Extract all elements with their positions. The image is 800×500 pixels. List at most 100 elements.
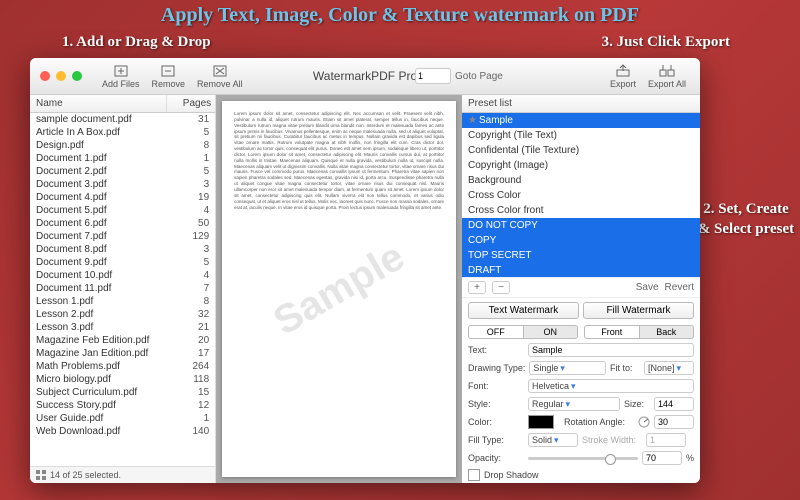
- opacity-pct: %: [686, 453, 694, 463]
- file-row[interactable]: Document 2.pdf5: [30, 165, 215, 178]
- preset-item[interactable]: DRAFT: [462, 263, 700, 277]
- file-row[interactable]: Lesson 3.pdf21: [30, 321, 215, 334]
- export-all-icon: [659, 64, 675, 78]
- font-label: Font:: [468, 381, 524, 391]
- size-input[interactable]: [654, 397, 694, 411]
- file-row[interactable]: User Guide.pdf1: [30, 412, 215, 425]
- seg-off[interactable]: OFF: [468, 325, 524, 339]
- opacity-slider[interactable]: [528, 457, 638, 460]
- seg-on[interactable]: ON: [524, 325, 579, 339]
- file-row[interactable]: Magazine Feb Edition.pdf20: [30, 334, 215, 347]
- file-list-header: Name Pages: [30, 95, 215, 113]
- col-name[interactable]: Name: [30, 95, 167, 112]
- close-icon[interactable]: [40, 71, 50, 81]
- rotation-label: Rotation Angle:: [564, 417, 634, 427]
- add-files-button[interactable]: Add Files: [96, 64, 146, 89]
- grid-icon: [36, 470, 46, 480]
- file-row[interactable]: Document 8.pdf3: [30, 243, 215, 256]
- minus-icon: [160, 64, 176, 78]
- file-row[interactable]: Article In A Box.pdf5: [30, 126, 215, 139]
- fit-to-select[interactable]: [None]: [644, 361, 694, 375]
- preset-list[interactable]: SampleCopyright (Tile Text)Confidental (…: [462, 113, 700, 277]
- drop-shadow-label: Drop Shadow: [484, 470, 539, 480]
- file-row[interactable]: Magazine Jan Edition.pdf17: [30, 347, 215, 360]
- file-row[interactable]: Document 6.pdf50: [30, 217, 215, 230]
- preset-item[interactable]: Cross Color: [462, 188, 700, 203]
- tab-fill-watermark[interactable]: Fill Watermark: [583, 302, 694, 319]
- rotation-input[interactable]: [654, 415, 694, 429]
- app-window: Add Files Remove Remove All WatermarkPDF…: [30, 58, 700, 483]
- traffic-lights: [30, 71, 82, 81]
- remove-button[interactable]: Remove: [146, 64, 192, 89]
- file-row[interactable]: Math Problems.pdf264: [30, 360, 215, 373]
- revert-preset-button[interactable]: Revert: [665, 282, 694, 293]
- file-row[interactable]: Document 9.pdf5: [30, 256, 215, 269]
- fill-type-select[interactable]: Solid: [528, 433, 578, 447]
- font-select[interactable]: Helvetica: [528, 379, 694, 393]
- preset-item[interactable]: DO NOT COPY: [462, 218, 700, 233]
- file-row[interactable]: Success Story.pdf12: [30, 399, 215, 412]
- remove-all-button[interactable]: Remove All: [191, 64, 249, 89]
- file-row[interactable]: Subject Curriculum.pdf15: [30, 386, 215, 399]
- file-row[interactable]: Design.pdf8: [30, 139, 215, 152]
- settings-panel: Preset list SampleCopyright (Tile Text)C…: [462, 95, 700, 483]
- preset-item[interactable]: COPY: [462, 233, 700, 248]
- seg-back[interactable]: Back: [640, 325, 695, 339]
- rotation-dial-icon[interactable]: [638, 416, 650, 428]
- add-preset-button[interactable]: +: [468, 281, 486, 294]
- text-input[interactable]: [528, 343, 694, 357]
- tab-text-watermark[interactable]: Text Watermark: [468, 302, 579, 319]
- style-label: Style:: [468, 399, 524, 409]
- preset-item[interactable]: Copyright (Tile Text): [462, 128, 700, 143]
- status-bar: 14 of 25 selected.: [30, 466, 215, 483]
- preset-item[interactable]: Copyright (Image): [462, 158, 700, 173]
- headline: Apply Text, Image, Color & Texture water…: [0, 0, 800, 29]
- watermark-overlay: Sample: [264, 231, 413, 347]
- zoom-icon[interactable]: [72, 71, 82, 81]
- export-button[interactable]: Export: [604, 64, 642, 89]
- col-pages[interactable]: Pages: [167, 95, 215, 112]
- drawing-type-select[interactable]: Single: [529, 361, 606, 375]
- file-row[interactable]: Document 5.pdf4: [30, 204, 215, 217]
- file-row[interactable]: Document 11.pdf7: [30, 282, 215, 295]
- drop-shadow-checkbox[interactable]: [468, 469, 480, 481]
- file-row[interactable]: sample document.pdf31: [30, 113, 215, 126]
- file-row[interactable]: Micro biology.pdf118: [30, 373, 215, 386]
- export-all-button[interactable]: Export All: [642, 64, 692, 89]
- goto-page-input[interactable]: [415, 68, 451, 84]
- stroke-width-input: [646, 433, 686, 447]
- color-swatch[interactable]: [528, 415, 554, 429]
- color-label: Color:: [468, 417, 524, 427]
- preset-item[interactable]: Background: [462, 173, 700, 188]
- file-row[interactable]: Lesson 2.pdf32: [30, 308, 215, 321]
- goto-page: Goto Page: [415, 68, 503, 84]
- remove-label: Remove: [152, 79, 186, 89]
- titlebar: Add Files Remove Remove All WatermarkPDF…: [30, 58, 700, 95]
- file-row[interactable]: Web Download.pdf140: [30, 425, 215, 438]
- file-row[interactable]: Document 4.pdf19: [30, 191, 215, 204]
- fit-to-label: Fit to:: [610, 363, 640, 373]
- seg-front[interactable]: Front: [584, 325, 640, 339]
- preset-item[interactable]: Sample: [462, 113, 700, 128]
- window-title: WatermarkPDF Pro: [313, 69, 417, 83]
- export-icon: [615, 64, 631, 78]
- file-row[interactable]: Document 10.pdf4: [30, 269, 215, 282]
- file-row[interactable]: Lesson 1.pdf8: [30, 295, 215, 308]
- remove-preset-button[interactable]: −: [492, 281, 510, 294]
- file-row[interactable]: Document 1.pdf1: [30, 152, 215, 165]
- style-select[interactable]: Regular: [528, 397, 620, 411]
- file-list[interactable]: sample document.pdf31Article In A Box.pd…: [30, 113, 215, 466]
- text-label: Text:: [468, 345, 524, 355]
- preset-item[interactable]: Cross Color front: [462, 203, 700, 218]
- preset-item[interactable]: Confidental (Tile Texture): [462, 143, 700, 158]
- file-row[interactable]: Document 7.pdf129: [30, 230, 215, 243]
- file-row[interactable]: Document 3.pdf3: [30, 178, 215, 191]
- preset-item[interactable]: TOP SECRET: [462, 248, 700, 263]
- file-list-panel: Name Pages sample document.pdf31Article …: [30, 95, 216, 483]
- fill-type-label: Fill Type:: [468, 435, 524, 445]
- opacity-input[interactable]: [642, 451, 682, 465]
- minimize-icon[interactable]: [56, 71, 66, 81]
- status-text: 14 of 25 selected.: [50, 470, 121, 480]
- preset-header: Preset list: [462, 95, 700, 113]
- save-preset-button[interactable]: Save: [636, 282, 659, 293]
